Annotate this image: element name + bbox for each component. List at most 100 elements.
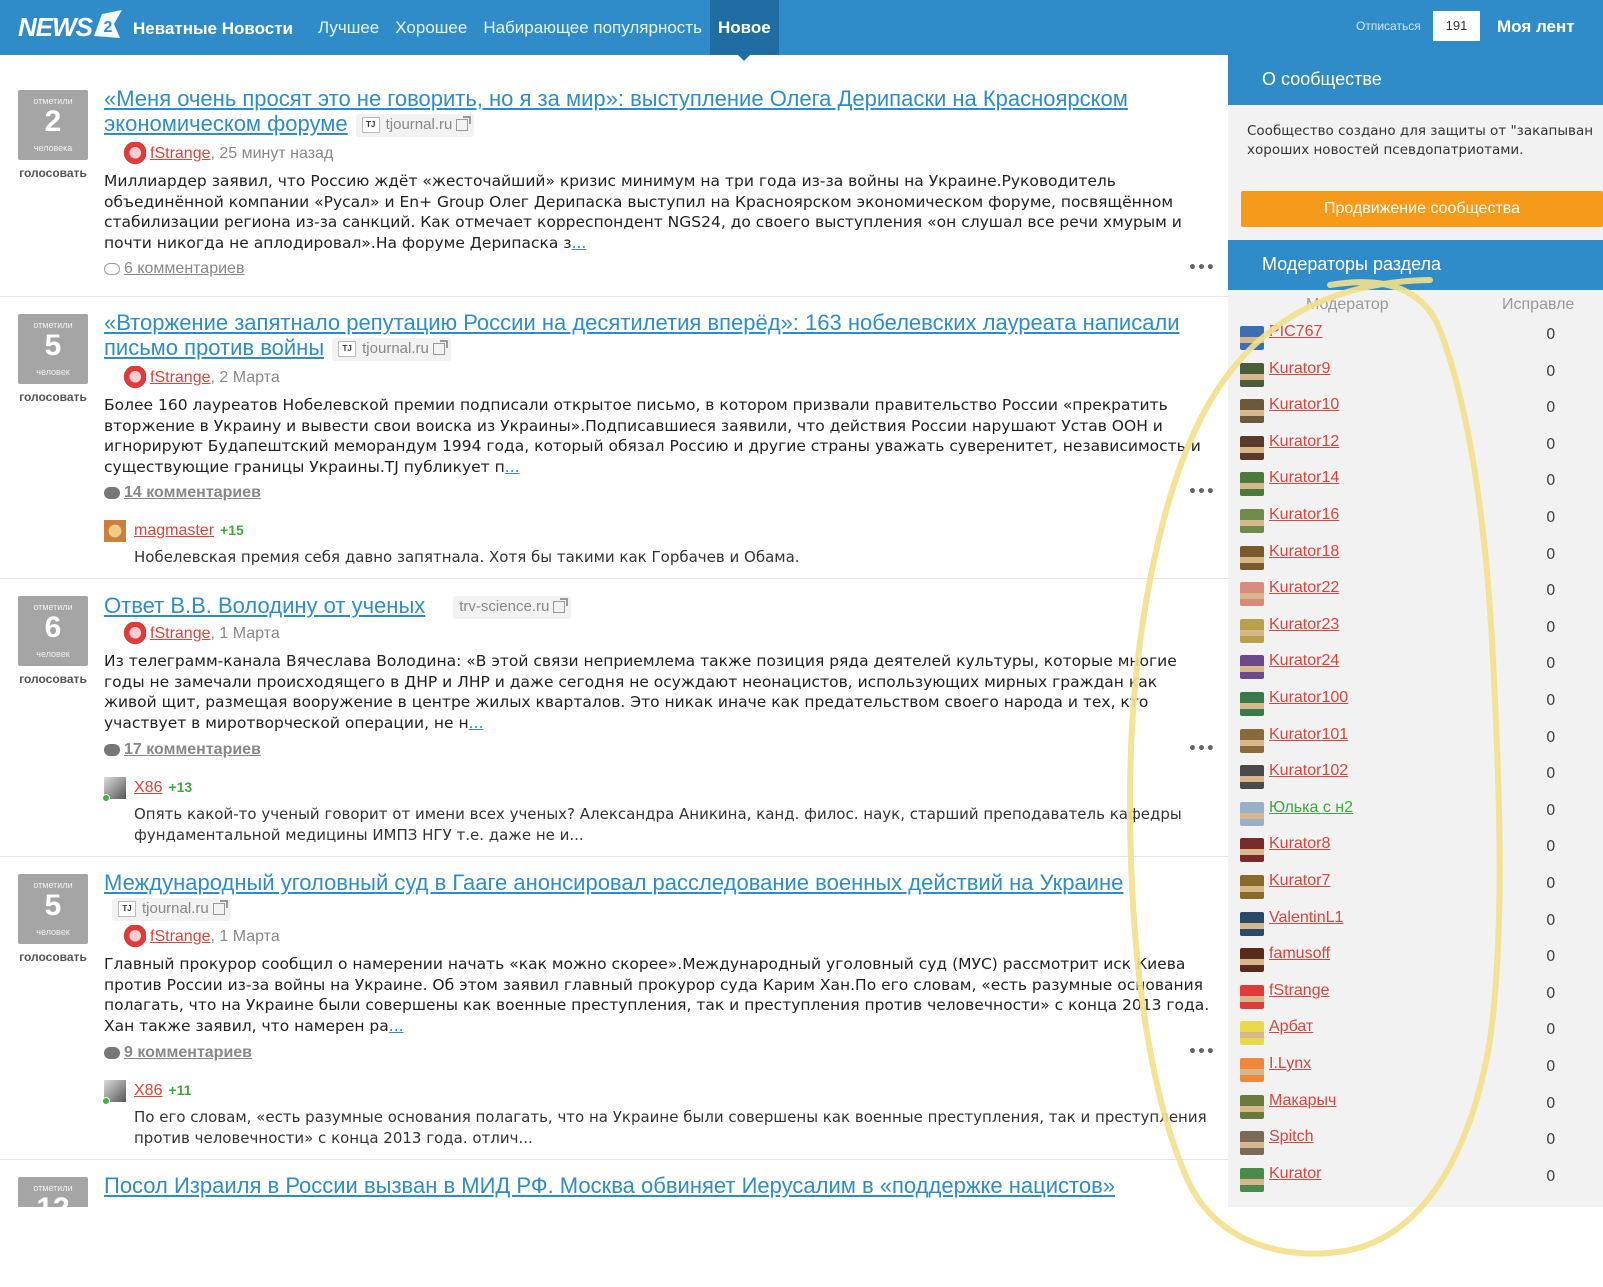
moderator-avatar[interactable]: [1240, 801, 1264, 826]
moderator-link[interactable]: Kurator9: [1269, 360, 1330, 378]
moderator-link[interactable]: Kurator16: [1269, 506, 1339, 524]
source-badge[interactable]: TJ tjournal.ru: [355, 113, 475, 137]
moderator-avatar[interactable]: [1240, 545, 1264, 570]
moderator-avatar[interactable]: [1240, 728, 1264, 753]
moderator-link[interactable]: Spitch: [1269, 1128, 1313, 1146]
vote-button[interactable]: голосовать: [18, 390, 88, 404]
comments-link[interactable]: 17 комментариев: [104, 741, 261, 759]
author-link[interactable]: fStrange: [150, 928, 210, 945]
moderator-avatar[interactable]: [1240, 948, 1264, 973]
read-more-link[interactable]: ...: [505, 458, 520, 476]
promote-community-button[interactable]: Продвижение сообщества: [1241, 191, 1603, 227]
moderator-avatar[interactable]: [1240, 362, 1264, 387]
moderator-avatar[interactable]: [1240, 984, 1264, 1009]
more-options-icon[interactable]: •••: [1188, 1044, 1215, 1060]
unsubscribe-link[interactable]: Отписаться: [1356, 19, 1421, 33]
moderator-avatar[interactable]: [1240, 582, 1264, 607]
moderator-avatar[interactable]: [1240, 618, 1264, 643]
source-badge[interactable]: TJ tjournal.ru: [112, 897, 231, 921]
moderator-link[interactable]: Kurator102: [1269, 762, 1348, 780]
post-title-link[interactable]: «Меня очень просят это не говорить, но я…: [104, 86, 1128, 136]
my-feed-link[interactable]: Моя лент: [1497, 17, 1575, 37]
moderator-link[interactable]: I.Lynx: [1269, 1055, 1311, 1073]
moderator-avatar[interactable]: [1240, 911, 1264, 936]
moderator-avatar[interactable]: [1240, 472, 1264, 497]
top-comment-text[interactable]: Опять какой-то ученый говорит от имени в…: [134, 804, 1214, 845]
moderator-link[interactable]: Kurator18: [1269, 543, 1339, 561]
source-badge[interactable]: trv-science.ru: [453, 595, 572, 619]
moderator-link[interactable]: Kurator100: [1269, 689, 1348, 707]
post-excerpt-text: Более 160 лауреатов Нобелевской премии п…: [104, 396, 1201, 476]
vote-button[interactable]: голосовать: [18, 950, 88, 964]
nav-rising[interactable]: Набирающее популярность: [475, 0, 710, 55]
post-title-link[interactable]: Ответ В.В. Володину от ученых: [104, 593, 425, 618]
top-comment-text[interactable]: По его словам, «есть разумные основания …: [134, 1107, 1214, 1148]
moderator-avatar[interactable]: [1240, 875, 1264, 899]
moderator-avatar[interactable]: [1240, 1131, 1264, 1156]
top-comment-text[interactable]: Нобелевская премия себя давно запятнала.…: [134, 547, 1214, 568]
author-avatar[interactable]: [122, 622, 146, 646]
comments-link[interactable]: 6 комментариев: [104, 260, 244, 278]
commenter-avatar[interactable]: [102, 1080, 126, 1105]
moderator-link[interactable]: Kurator14: [1269, 469, 1339, 487]
moderator-link[interactable]: Kurator7: [1269, 872, 1330, 890]
moderator-link[interactable]: Макарыч: [1269, 1092, 1336, 1110]
commenter-link[interactable]: magmaster: [134, 522, 214, 539]
author-link[interactable]: fStrange: [150, 369, 210, 386]
author-link[interactable]: fStrange: [150, 145, 210, 162]
comments-link[interactable]: 14 комментариев: [104, 484, 261, 502]
read-more-link[interactable]: ...: [469, 714, 484, 732]
commenter-link[interactable]: X86: [134, 1082, 162, 1099]
read-more-link[interactable]: ...: [572, 234, 587, 252]
moderator-link[interactable]: Kurator10: [1269, 396, 1339, 414]
moderator-link[interactable]: Kurator23: [1269, 616, 1339, 634]
author-link[interactable]: fStrange: [150, 625, 210, 642]
site-logo[interactable]: NEWS: [18, 12, 93, 43]
author-avatar[interactable]: [122, 366, 146, 390]
moderator-link[interactable]: Kurator8: [1269, 835, 1330, 853]
moderator-link[interactable]: Арбат: [1269, 1018, 1313, 1036]
moderator-avatar[interactable]: [1240, 435, 1264, 460]
moderator-link[interactable]: Kurator22: [1269, 579, 1339, 597]
post-title-link[interactable]: Международный уголовный суд в Гааге анон…: [104, 870, 1123, 895]
moderator-link[interactable]: Kurator101: [1269, 726, 1348, 744]
moderator-avatar[interactable]: [1240, 838, 1264, 863]
moderator-link[interactable]: ValentinL1: [1269, 909, 1343, 927]
vote-button[interactable]: голосовать: [18, 166, 88, 180]
moderator-link[interactable]: Kurator: [1269, 1165, 1321, 1183]
moderator-avatar[interactable]: [1240, 1058, 1264, 1082]
moderator-avatar[interactable]: [1240, 655, 1264, 680]
moderator-avatar[interactable]: [1240, 692, 1264, 716]
vote-button[interactable]: голосовать: [18, 672, 88, 686]
moderator-avatar[interactable]: [1240, 399, 1264, 424]
post-title-link[interactable]: «Вторжение запятнало репутацию России на…: [104, 310, 1180, 360]
site-title[interactable]: Неватные Новости: [133, 19, 293, 39]
moderator-avatar[interactable]: [1240, 509, 1264, 533]
moderator-link[interactable]: Kurator24: [1269, 652, 1339, 670]
moderator-avatar[interactable]: [1240, 1021, 1264, 1046]
commenter-avatar[interactable]: [102, 777, 126, 802]
source-badge[interactable]: TJ tjournal.ru: [332, 337, 451, 361]
more-options-icon[interactable]: •••: [1188, 741, 1215, 757]
more-options-icon[interactable]: •••: [1188, 260, 1215, 276]
nav-good[interactable]: Хорошее: [387, 0, 475, 55]
moderator-avatar[interactable]: [1240, 765, 1264, 790]
author-avatar[interactable]: [122, 925, 146, 949]
commenter-link[interactable]: X86: [134, 779, 162, 796]
nav-new[interactable]: Новое: [709, 0, 779, 61]
moderator-link[interactable]: PIC767: [1269, 323, 1322, 341]
moderator-avatar[interactable]: [1240, 326, 1264, 350]
moderator-link[interactable]: Kurator12: [1269, 433, 1339, 451]
nav-best[interactable]: Лучшее: [310, 0, 387, 55]
comments-link[interactable]: 9 комментариев: [104, 1044, 252, 1062]
read-more-link[interactable]: ...: [389, 1017, 404, 1035]
more-options-icon[interactable]: •••: [1188, 484, 1215, 500]
moderator-link[interactable]: Юлька с н2: [1269, 799, 1353, 817]
author-avatar[interactable]: [122, 142, 146, 166]
moderator-link[interactable]: fStrange: [1269, 982, 1329, 1000]
post-title-link[interactable]: Посол Израиля в России вызван в МИД РФ. …: [104, 1173, 1115, 1198]
commenter-avatar[interactable]: [104, 520, 126, 542]
moderator-avatar[interactable]: [1240, 1167, 1264, 1192]
moderator-link[interactable]: famusoff: [1269, 945, 1330, 963]
moderator-avatar[interactable]: [1240, 1094, 1264, 1119]
